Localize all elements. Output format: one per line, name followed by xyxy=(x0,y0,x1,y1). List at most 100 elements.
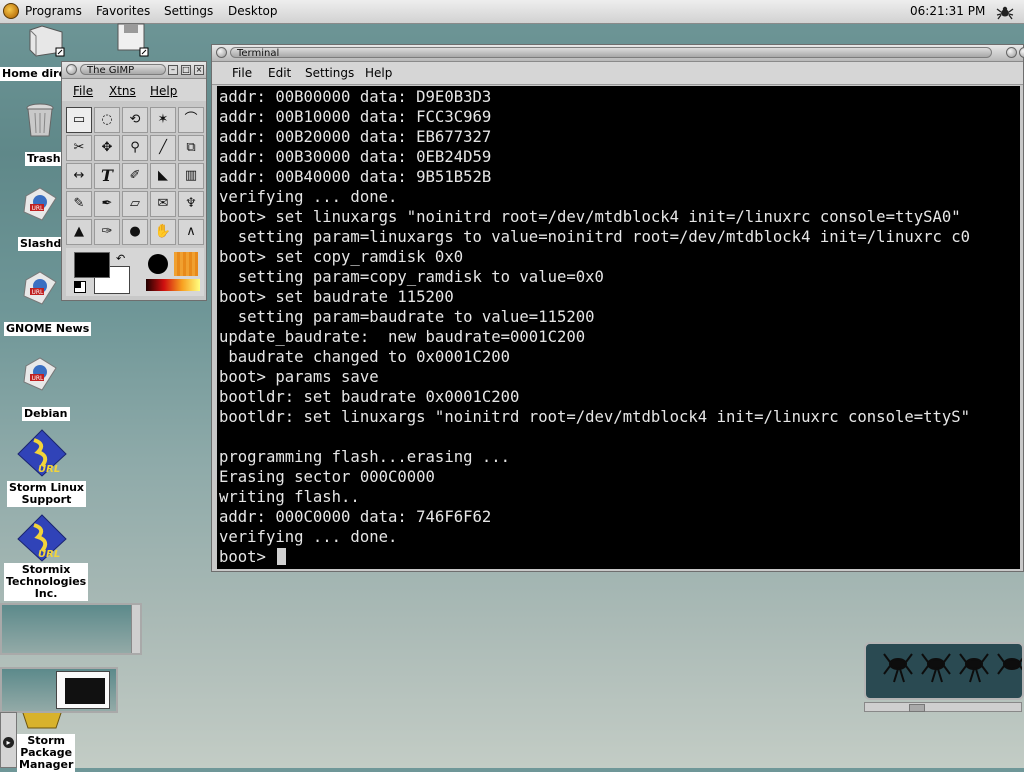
brush-preview-icon[interactable] xyxy=(148,254,168,274)
panel-menu-desktop[interactable]: Desktop xyxy=(228,4,278,18)
eraser-tool-icon[interactable]: ▱ xyxy=(122,191,148,217)
swap-colors-icon[interactable]: ↶ xyxy=(116,252,125,265)
terminal-line: addr: 00B20000 data: EB677327 xyxy=(219,128,492,146)
crop-tool-icon[interactable]: ╱ xyxy=(150,135,176,161)
gimp-menu-file[interactable]: File xyxy=(73,84,93,98)
desktop-label-debian[interactable]: Debian xyxy=(22,407,70,421)
svg-text:URL: URL xyxy=(38,549,60,560)
trash-icon[interactable] xyxy=(22,100,58,140)
smudge-tool-icon[interactable]: ✋ xyxy=(150,219,176,245)
bucket-fill-tool-icon[interactable]: ◣ xyxy=(150,163,176,189)
spider-icon xyxy=(883,653,1024,683)
bezier-select-tool-icon[interactable]: ⌒ xyxy=(178,107,204,133)
desktop-label-trash[interactable]: Trash xyxy=(25,152,63,166)
terminal-prompt: boot> xyxy=(219,548,276,566)
terminal-menu-settings[interactable]: Settings xyxy=(305,66,354,80)
terminal-window[interactable]: Terminal File Edit Settings Help addr: 0… xyxy=(211,44,1024,572)
measure-tool-icon[interactable]: ∧ xyxy=(178,219,204,245)
panel-hide-button[interactable]: ▸ xyxy=(0,712,17,768)
close-icon[interactable] xyxy=(1019,47,1024,58)
window-menu-icon[interactable] xyxy=(66,64,77,75)
panel-menu-programs[interactable]: Programs xyxy=(25,4,82,18)
terminal-line: setting param=copy_ramdisk to value=0x0 xyxy=(219,268,604,286)
terminal-line: addr: 00B30000 data: 0EB24D59 xyxy=(219,148,492,166)
applet-scroll-thumb[interactable] xyxy=(909,704,925,712)
terminal-line: Erasing sector 000C0000 xyxy=(219,468,435,486)
airbrush-tool-icon[interactable]: ✉ xyxy=(150,191,176,217)
default-colors-icon[interactable] xyxy=(74,281,86,293)
terminal-line: boot> params save xyxy=(219,368,379,386)
pager-desktop-2[interactable] xyxy=(0,667,118,713)
clone-tool-icon[interactable]: ♆ xyxy=(178,191,204,217)
maximize-icon[interactable]: □ xyxy=(181,65,191,75)
terminal-output[interactable]: addr: 00B00000 data: D9E0B3D3 addr: 00B10… xyxy=(217,86,1020,569)
move-tool-icon[interactable]: ✥ xyxy=(94,135,120,161)
window-menu-icon[interactable] xyxy=(216,47,227,58)
pencil-tool-icon[interactable]: ✎ xyxy=(66,191,92,217)
foreground-color-swatch[interactable] xyxy=(74,252,110,278)
ink-tool-icon[interactable]: ✑ xyxy=(94,219,120,245)
storm-url-icon[interactable]: URL xyxy=(16,513,68,563)
desktop-label-gnome-news[interactable]: GNOME News xyxy=(4,322,92,336)
pattern-preview-icon[interactable] xyxy=(174,252,198,276)
gimp-menu-help[interactable]: Help xyxy=(150,84,177,98)
gimp-toolbox-window[interactable]: The GIMP – □ × File Xtns Help ▭ ◌ ⟲ ✶ ⌒ ✂ ✥ ⚲ ╱ ⧉… xyxy=(61,61,207,301)
color-picker-tool-icon[interactable]: ✐ xyxy=(122,163,148,189)
enlightenment-spider-icon[interactable] xyxy=(996,3,1014,21)
terminal-line: programming flash...erasing ... xyxy=(219,448,511,466)
dodge-burn-tool-icon[interactable]: ● xyxy=(122,219,148,245)
terminal-menu-edit[interactable]: Edit xyxy=(268,66,291,80)
terminal-line: verifying ... done. xyxy=(219,188,398,206)
pager-window-thumbnail[interactable] xyxy=(56,671,110,709)
gimp-titlebar[interactable]: The GIMP – □ × xyxy=(62,62,206,79)
ellipse-select-tool-icon[interactable]: ◌ xyxy=(94,107,120,133)
terminal-line: update_baudrate: new baudrate=0001C200 xyxy=(219,328,586,346)
transform-tool-icon[interactable]: ⧉ xyxy=(178,135,204,161)
gnome-foot-icon[interactable] xyxy=(3,3,19,19)
convolve-tool-icon[interactable]: ▲ xyxy=(66,219,92,245)
text-tool-icon[interactable]: T xyxy=(94,163,120,189)
panel-menu-settings[interactable]: Settings xyxy=(164,4,213,18)
terminal-line: verifying ... done. xyxy=(219,528,398,546)
panel-menu-favorites[interactable]: Favorites xyxy=(96,4,150,18)
spider-animation-applet[interactable] xyxy=(864,642,1024,700)
terminal-line: setting param=baudrate to value=115200 xyxy=(219,308,595,326)
terminal-cursor xyxy=(277,548,287,565)
terminal-line: addr: 00B00000 data: D9E0B3D3 xyxy=(219,88,492,106)
close-icon[interactable]: × xyxy=(194,65,204,75)
desktop-label-storm-package-manager[interactable]: Storm Package Manager xyxy=(17,734,76,772)
floppy-disk-icon[interactable] xyxy=(112,22,152,58)
intelligent-scissors-tool-icon[interactable]: ✂ xyxy=(66,135,92,161)
gimp-title: The GIMP xyxy=(80,64,166,76)
rect-select-tool-icon[interactable]: ▭ xyxy=(66,107,92,133)
magnify-tool-icon[interactable]: ⚲ xyxy=(122,135,148,161)
url-bookmark-icon[interactable]: URL xyxy=(22,270,58,306)
minimize-icon[interactable] xyxy=(1006,47,1017,58)
blend-tool-icon[interactable]: ▥ xyxy=(178,163,204,189)
top-panel: Programs Favorites Settings Desktop 06:2… xyxy=(0,0,1024,24)
home-folder-icon[interactable] xyxy=(26,22,66,58)
pager-desktop-1[interactable] xyxy=(0,603,142,655)
terminal-titlebar[interactable]: Terminal xyxy=(212,45,1024,62)
gradient-preview[interactable] xyxy=(146,279,200,291)
desktop-label-storm-linux-support[interactable]: Storm Linux Support xyxy=(7,481,86,507)
fuzzy-select-tool-icon[interactable]: ✶ xyxy=(150,107,176,133)
desktop-label-stormix[interactable]: Stormix Technologies Inc. xyxy=(4,563,89,601)
minimize-icon[interactable]: – xyxy=(168,65,178,75)
applet-scrollbar[interactable] xyxy=(864,702,1022,712)
flip-tool-icon[interactable]: ↔ xyxy=(66,163,92,189)
terminal-menu-help[interactable]: Help xyxy=(365,66,392,80)
storm-url-icon[interactable]: URL xyxy=(16,428,68,478)
terminal-line: bootldr: set linuxargs "noinitrd root=/d… xyxy=(219,408,971,426)
terminal-prompt-line[interactable]: boot> xyxy=(219,547,1020,567)
svg-text:URL: URL xyxy=(32,289,45,296)
pager-scrollbar[interactable] xyxy=(131,605,140,653)
panel-clock[interactable]: 06:21:31 PM xyxy=(910,4,985,18)
terminal-line: addr: 00B10000 data: FCC3C969 xyxy=(219,108,492,126)
gimp-menu-xtns[interactable]: Xtns xyxy=(109,84,136,98)
terminal-menu-file[interactable]: File xyxy=(232,66,252,80)
paintbrush-tool-icon[interactable]: ✒ xyxy=(94,191,120,217)
free-select-tool-icon[interactable]: ⟲ xyxy=(122,107,148,133)
url-bookmark-icon[interactable]: URL xyxy=(22,186,58,222)
url-bookmark-icon[interactable]: URL xyxy=(22,356,58,392)
